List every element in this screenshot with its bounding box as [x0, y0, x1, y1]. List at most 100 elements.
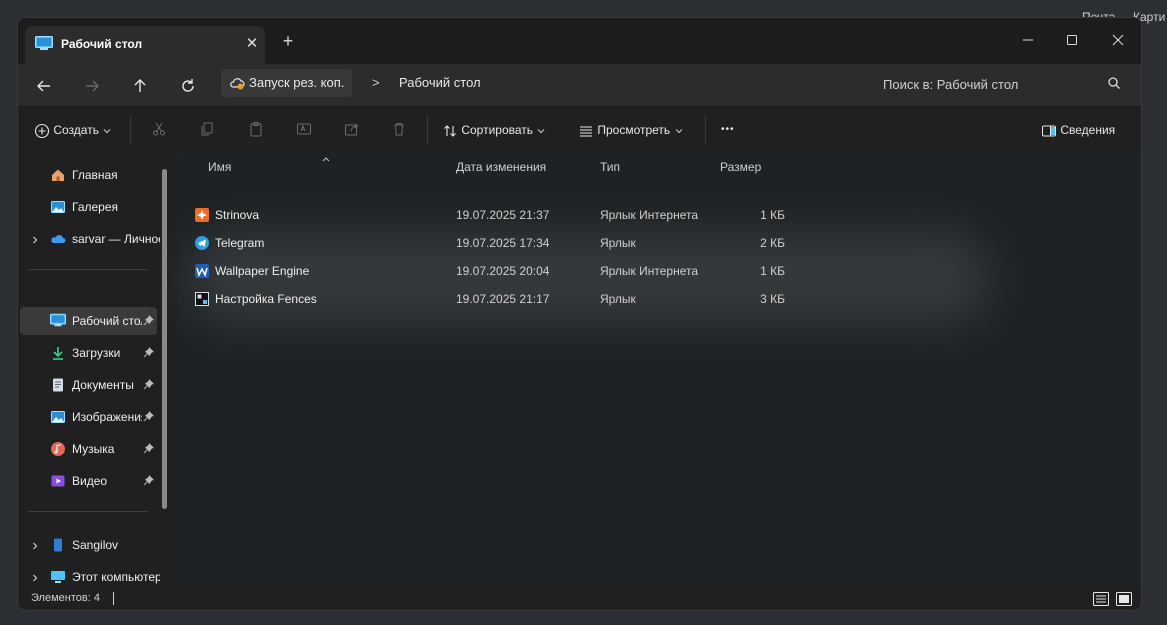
sort-button-label: Сортировать — [461, 123, 534, 137]
file-size: 3 КБ — [760, 292, 785, 306]
navigation-pane: Главная Галерея sarvar — Личное Рабочий … — [18, 153, 176, 588]
pin-icon[interactable] — [143, 475, 154, 489]
view-button[interactable]: Просмотреть — [578, 117, 684, 143]
status-divider — [113, 592, 114, 605]
tab-desktop[interactable]: Рабочий стол ✕ — [25, 26, 265, 64]
sidebar-scrollbar[interactable] — [162, 169, 167, 509]
close-icon — [1112, 34, 1124, 46]
toolbar-divider — [130, 115, 131, 145]
new-button-label: Создать — [53, 123, 99, 137]
file-name: Strinova — [215, 208, 260, 222]
breadcrumb-current[interactable]: Рабочий стол — [399, 75, 481, 90]
file-row-telegram[interactable]: Telegram 19.07.2025 17:34 Ярлык 2 КБ — [193, 229, 813, 257]
toolbar-divider — [427, 115, 428, 145]
minimize-button[interactable] — [1013, 28, 1043, 52]
cut-icon[interactable] — [151, 121, 167, 140]
file-row-fences-settings[interactable]: Настройка Fences 19.07.2025 21:17 Ярлык … — [193, 285, 813, 313]
desktop-icon — [50, 313, 66, 330]
pin-icon[interactable] — [143, 379, 154, 393]
rename-icon[interactable] — [296, 121, 312, 140]
sidebar-item-gallery[interactable]: Галерея — [20, 193, 157, 221]
large-icons-view-button[interactable] — [1114, 589, 1134, 609]
onedrive-icon — [50, 231, 66, 250]
close-window-button[interactable] — [1103, 28, 1133, 52]
copy-icon[interactable] — [199, 121, 215, 140]
back-arrow-icon — [37, 80, 50, 92]
details-view-button[interactable] — [1091, 589, 1111, 609]
computer-icon — [50, 569, 66, 588]
file-type: Ярлык — [600, 236, 636, 250]
pin-icon[interactable] — [143, 411, 154, 425]
chevron-right-icon[interactable] — [30, 540, 40, 554]
pin-icon[interactable] — [143, 347, 154, 361]
pin-icon[interactable] — [143, 315, 154, 329]
details-pane-button[interactable]: Сведения — [1041, 117, 1115, 143]
desktop-icon — [35, 36, 53, 53]
details-pane-icon — [1042, 125, 1056, 137]
search-icon[interactable] — [1107, 76, 1121, 93]
file-type: Ярлык — [600, 292, 636, 306]
plus-circle-icon — [34, 123, 50, 138]
sidebar-item-label: Sangilov — [72, 538, 119, 552]
telegram-shortcut-icon — [194, 235, 210, 254]
sidebar-item-video[interactable]: Видео — [20, 467, 157, 495]
item-count: Элементов: 4 — [31, 592, 100, 604]
file-list: Имя Дата изменения Тип Размер Strinova 1… — [178, 153, 1141, 588]
new-tab-button[interactable]: + — [275, 29, 301, 53]
sidebar-item-pictures[interactable]: Изображения — [20, 403, 157, 431]
sidebar-item-home[interactable]: Главная — [20, 161, 157, 189]
chevron-down-icon — [675, 128, 682, 134]
column-header-size[interactable]: Размер — [720, 160, 761, 174]
view-button-label: Просмотреть — [597, 123, 671, 137]
column-header-type[interactable]: Тип — [600, 160, 620, 174]
refresh-button[interactable] — [175, 74, 201, 98]
user-folder-icon — [50, 537, 66, 556]
chevron-right-icon[interactable] — [30, 572, 40, 586]
file-date: 19.07.2025 21:37 — [456, 208, 550, 222]
file-row-strinova[interactable]: Strinova 19.07.2025 21:37 Ярлык Интернет… — [193, 201, 813, 229]
maximize-button[interactable] — [1057, 28, 1087, 52]
sidebar-item-downloads[interactable]: Загрузки — [20, 339, 157, 367]
video-icon — [50, 473, 66, 492]
column-header-name[interactable]: Имя — [208, 160, 231, 174]
sort-button[interactable]: Сортировать — [442, 117, 546, 143]
close-tab-icon[interactable]: ✕ — [240, 32, 264, 56]
sort-icon — [444, 125, 456, 137]
paste-icon[interactable] — [248, 121, 264, 140]
sidebar-item-music[interactable]: Музыка — [20, 435, 157, 463]
tab-title: Рабочий стол — [61, 37, 143, 51]
back-button[interactable] — [31, 74, 57, 98]
sidebar-item-documents[interactable]: Документы — [20, 371, 157, 399]
more-options-icon[interactable]: ••• — [721, 117, 735, 143]
sidebar-item-sangilov[interactable]: Sangilov — [20, 531, 157, 559]
file-date: 19.07.2025 17:34 — [456, 236, 550, 250]
pictures-icon — [50, 409, 66, 428]
column-header-date[interactable]: Дата изменения — [456, 160, 546, 174]
new-button[interactable]: Создать — [34, 117, 112, 143]
view-list-icon — [580, 126, 592, 137]
share-icon[interactable] — [344, 121, 360, 140]
pin-icon[interactable] — [143, 443, 154, 457]
sidebar-item-label: Галерея — [72, 200, 119, 214]
up-button[interactable] — [127, 74, 153, 98]
breadcrumb-backup[interactable]: Запуск рез. коп. — [221, 69, 353, 97]
forward-button[interactable] — [79, 74, 105, 98]
delete-icon[interactable] — [391, 121, 407, 140]
breadcrumb-separator[interactable]: > — [372, 75, 380, 90]
sidebar-item-this-pc[interactable]: Этот компьютер — [20, 563, 160, 591]
strinova-shortcut-icon — [194, 207, 210, 226]
gallery-icon — [50, 199, 66, 218]
file-size: 1 КБ — [760, 208, 785, 222]
chevron-right-icon[interactable] — [30, 234, 40, 248]
file-size: 1 КБ — [760, 264, 785, 278]
sidebar-item-onedrive[interactable]: sarvar — Личное — [20, 225, 160, 253]
documents-icon — [50, 377, 66, 396]
sidebar-item-label: Главная — [72, 168, 118, 182]
search-input[interactable] — [881, 69, 1105, 99]
navigation-bar: Запуск рез. коп. > Рабочий стол — [18, 64, 1141, 106]
breadcrumb-backup-label: Запуск рез. коп. — [249, 75, 345, 90]
sidebar-item-desktop[interactable]: Рабочий стол — [20, 307, 157, 335]
file-row-wallpaper-engine[interactable]: Wallpaper Engine 19.07.2025 20:04 Ярлык … — [193, 257, 813, 285]
maximize-icon — [1067, 35, 1077, 45]
sidebar-item-label: Рабочий стол — [72, 314, 142, 328]
